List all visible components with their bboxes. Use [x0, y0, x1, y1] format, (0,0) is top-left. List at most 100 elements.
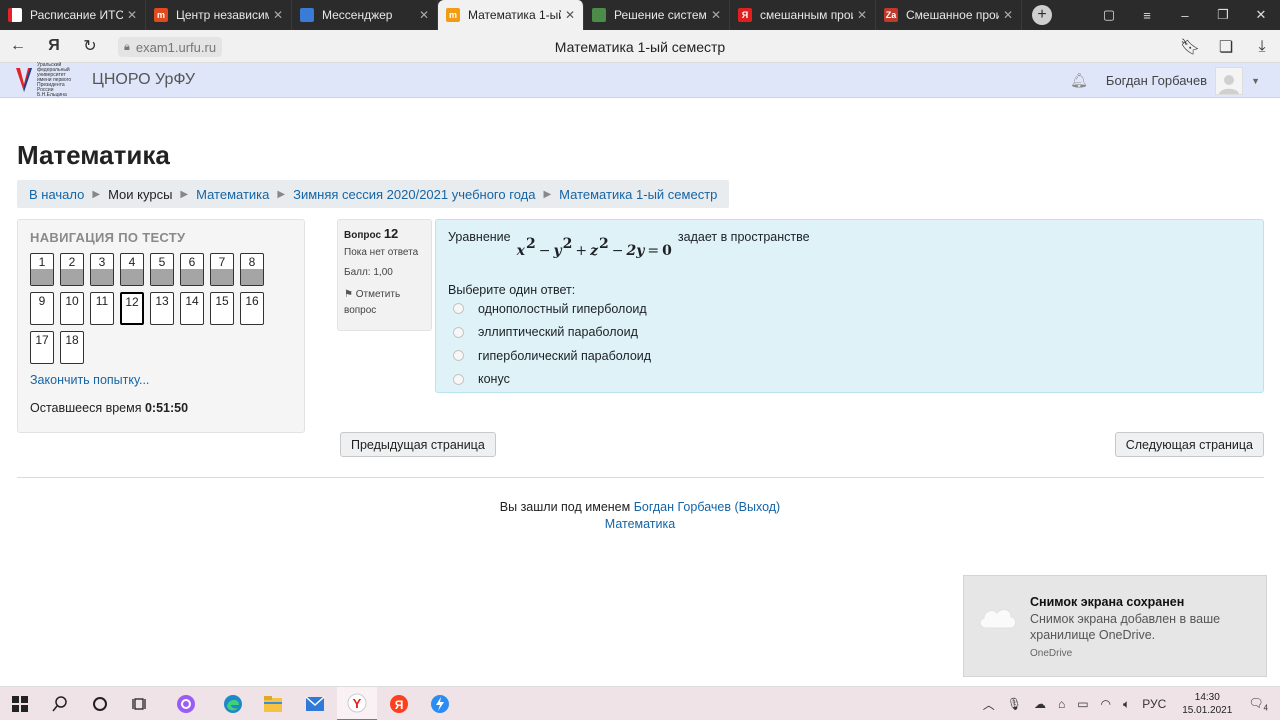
browser-tab[interactable]: Мессенджер ✕: [292, 0, 438, 30]
previous-page-button[interactable]: Предыдущая страница: [340, 432, 496, 457]
footer-user-link[interactable]: Богдан Горбачев: [634, 500, 731, 514]
browser-tab[interactable]: m Математика 1-ый с ✕: [438, 0, 584, 30]
notification-center-icon[interactable]: 🗨︎4: [1248, 696, 1268, 712]
download-icon[interactable]: ⤓: [1244, 30, 1280, 63]
tab-close-icon[interactable]: ✕: [419, 8, 429, 22]
mail-icon[interactable]: [295, 687, 335, 720]
question-nav-button[interactable]: 16: [240, 292, 264, 325]
tab-close-icon[interactable]: ✕: [1003, 8, 1013, 22]
urfu-logo[interactable]: Уральский федеральный университет имени …: [14, 62, 82, 97]
minimize-button[interactable]: –: [1166, 0, 1204, 30]
breadcrumb-quiz[interactable]: Математика 1-ый семестр: [559, 187, 717, 202]
avatar[interactable]: [1215, 66, 1244, 95]
tab-title: Математика 1-ый с: [468, 8, 561, 22]
tab-close-icon[interactable]: ✕: [127, 8, 137, 22]
start-button[interactable]: [0, 687, 40, 720]
question-nav-button[interactable]: 11: [90, 292, 114, 325]
question-nav-button[interactable]: 2: [60, 253, 84, 286]
question-nav-button[interactable]: 12: [120, 292, 144, 325]
maximize-button[interactable]: ❐: [1204, 0, 1242, 30]
breadcrumb-course[interactable]: Математика: [196, 187, 269, 202]
network-icon[interactable]: ⌂: [1058, 697, 1065, 711]
tabs-overview-icon[interactable]: ▢: [1090, 0, 1128, 30]
question-nav-button[interactable]: 15: [210, 292, 234, 325]
question-nav-button[interactable]: 10: [60, 292, 84, 325]
edge-browser-icon[interactable]: [213, 687, 253, 720]
breadcrumb-home[interactable]: В начало: [29, 187, 84, 202]
yandex-app-icon[interactable]: Я: [379, 687, 419, 720]
chevron-up-icon[interactable]: ︿: [983, 696, 995, 713]
question-nav-button[interactable]: 18: [60, 331, 84, 364]
close-window-button[interactable]: ✕: [1242, 0, 1280, 30]
menu-icon[interactable]: ≡: [1128, 0, 1166, 30]
new-tab-button[interactable]: +: [1032, 5, 1052, 25]
footer-course-link[interactable]: Математика: [605, 517, 675, 531]
question-nav-button[interactable]: 13: [150, 292, 174, 325]
answer-option[interactable]: конус: [448, 368, 1251, 392]
tab-favicon-icon: [300, 8, 314, 22]
answer-option[interactable]: гиперболический параболоид: [448, 344, 1251, 368]
breadcrumb: В начало ▶ Мои курсы ▶ Математика ▶ Зимн…: [17, 180, 730, 208]
screenshot-toast[interactable]: Снимок экрана сохранен Снимок экрана доб…: [963, 575, 1267, 677]
finish-attempt-link[interactable]: Закончить попытку...: [30, 373, 149, 387]
user-menu-chevron-down-icon[interactable]: ▼: [1251, 76, 1260, 86]
battery-icon[interactable]: ▭: [1077, 697, 1088, 711]
logout-link[interactable]: (Выход): [734, 500, 780, 514]
yandex-browser-icon[interactable]: Y: [337, 687, 377, 720]
tab-close-icon[interactable]: ✕: [273, 8, 283, 22]
breadcrumb-session[interactable]: Зимняя сессия 2020/2021 учебного года: [293, 187, 535, 202]
search-icon[interactable]: [40, 687, 80, 720]
tab-favicon-icon: [8, 8, 22, 22]
bookmark-icon[interactable]: 🔖︎: [1172, 30, 1208, 63]
question-nav-button[interactable]: 9: [30, 292, 54, 325]
tab-close-icon[interactable]: ✕: [711, 8, 721, 22]
clock[interactable]: 14:30 15.01.2021: [1182, 691, 1232, 717]
task-view-icon[interactable]: [120, 687, 160, 720]
user-name[interactable]: Богдан Горбачев: [1106, 73, 1207, 88]
question-button-grid: 1 2 3 4 5 6 7 8 9 10 11 12 13 14 15 16 17 18: [30, 253, 280, 370]
breadcrumb-my-courses: Мои курсы: [108, 186, 173, 202]
question-nav-button[interactable]: 1: [30, 253, 54, 286]
microphone-icon[interactable]: 🎙︎: [1007, 697, 1022, 711]
back-arrow-icon[interactable]: ←: [0, 30, 36, 63]
question-nav-button[interactable]: 17: [30, 331, 54, 364]
answer-option[interactable]: однополостный гиперболоид: [448, 297, 1251, 321]
browser-tab[interactable]: Решение системы ли ✕: [584, 0, 730, 30]
next-page-button[interactable]: Следующая страница: [1114, 432, 1264, 457]
breadcrumb-separator-icon: ▶: [543, 188, 552, 200]
question-nav-button[interactable]: 4: [120, 253, 144, 286]
tab-close-icon[interactable]: ✕: [857, 8, 867, 22]
browser-tab[interactable]: m Центр независимой с ✕: [146, 0, 292, 30]
question-nav-button[interactable]: 7: [210, 253, 234, 286]
onedrive-icon[interactable]: ☁︎: [1034, 697, 1046, 711]
answer-radio[interactable]: [453, 303, 464, 315]
cortana-icon[interactable]: [80, 687, 120, 720]
question-nav-button[interactable]: 8: [240, 253, 264, 286]
answer-radio[interactable]: [453, 350, 464, 362]
answer-radio[interactable]: [453, 326, 464, 338]
volume-icon[interactable]: 🔈︎: [1123, 697, 1130, 712]
alice-app-icon[interactable]: [166, 687, 206, 720]
file-explorer-icon[interactable]: [253, 687, 293, 720]
site-name[interactable]: ЦНОРО УрФУ: [92, 71, 195, 89]
question-nav-button[interactable]: 5: [150, 253, 174, 286]
messenger-app-icon[interactable]: [420, 687, 460, 720]
answer-option[interactable]: эллиптический параболоид: [448, 321, 1251, 345]
answer-radio[interactable]: [453, 373, 464, 385]
flag-question-button[interactable]: ⚑ Отметить вопрос: [344, 287, 425, 319]
notifications-bell-icon[interactable]: 🔔︎: [1070, 72, 1088, 89]
question-nav-button[interactable]: 3: [90, 253, 114, 286]
reload-icon[interactable]: ↻: [72, 30, 108, 63]
question-nav-button[interactable]: 14: [180, 292, 204, 325]
answer-label: конус: [478, 372, 510, 387]
browser-tab[interactable]: Za Смешанное произвед ✕: [876, 0, 1022, 30]
collections-icon[interactable]: ❏: [1208, 30, 1244, 63]
language-indicator[interactable]: РУС: [1142, 697, 1166, 711]
url-field[interactable]: 🔒︎ exam1.urfu.ru: [118, 37, 223, 57]
yandex-icon[interactable]: Я: [36, 30, 72, 63]
tab-close-icon[interactable]: ✕: [565, 8, 575, 22]
browser-tab[interactable]: Ясмешанным произве ✕: [730, 0, 876, 30]
browser-tab[interactable]: Расписание ИТС ✕: [0, 0, 146, 30]
question-nav-button[interactable]: 6: [180, 253, 204, 286]
wifi-icon[interactable]: ◠: [1101, 697, 1111, 711]
